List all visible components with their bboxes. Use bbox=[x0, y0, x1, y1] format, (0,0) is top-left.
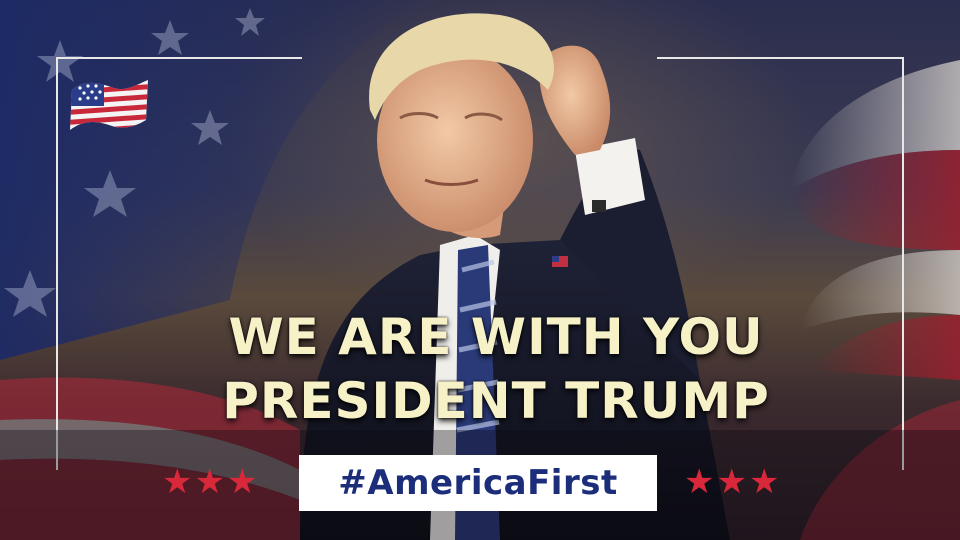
headline-line-1: WE ARE WITH YOU bbox=[228, 308, 764, 366]
poster: WE ARE WITH YOU PRESIDENT TRUMP ★★★ #Ame… bbox=[0, 0, 960, 540]
hashtag-text: #AmericaFirst bbox=[338, 463, 618, 503]
hashtag-banner: #AmericaFirst bbox=[299, 455, 657, 511]
left-stars-icon: ★★★ bbox=[162, 462, 260, 502]
american-flag-icon bbox=[70, 80, 148, 130]
headline-line-2: PRESIDENT TRUMP bbox=[222, 372, 770, 430]
right-stars-icon: ★★★ bbox=[684, 462, 782, 502]
